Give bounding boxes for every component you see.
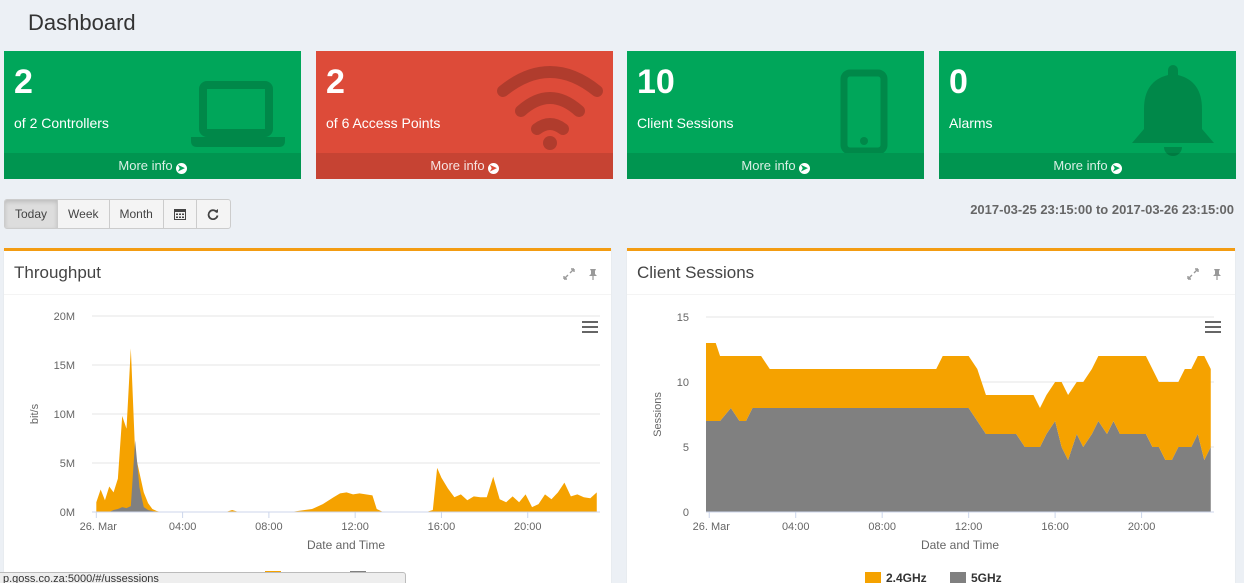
arrow-circle-right-icon: ➤ (1110, 163, 1122, 174)
week-button[interactable]: Week (58, 200, 110, 228)
x-tick-label: 16:00 (1041, 521, 1069, 533)
x-tick-label: 26. Mar (693, 521, 731, 533)
arrow-circle-right-icon: ➤ (487, 163, 499, 174)
y-tick-label: 10 (677, 377, 689, 389)
y-tick-label: 15 (677, 312, 689, 324)
wifi-icon (497, 66, 603, 150)
bell-icon (1132, 65, 1214, 156)
client-sessions-more-info-link[interactable]: More info ➤ (627, 153, 924, 179)
x-axis-title: Date and Time (307, 538, 385, 552)
chart-menu-icon[interactable] (1205, 321, 1221, 333)
calendar-button[interactable] (164, 200, 197, 228)
chart-menu-icon[interactable] (582, 321, 598, 333)
date-range-button-group: Today Week Month (4, 199, 231, 229)
y-axis-title: Sessions (652, 392, 664, 437)
mobile-icon (840, 69, 888, 153)
more-info-label: More info (430, 158, 485, 173)
legend-label: 2.4GHz (886, 571, 927, 583)
y-tick-label: 10M (54, 409, 75, 421)
refresh-button[interactable] (197, 200, 230, 228)
controllers-label: of 2 Controllers (14, 115, 109, 131)
client-sessions-tile: 10 Client Sessions More info ➤ (627, 51, 924, 179)
y-tick-label: 20M (54, 311, 75, 323)
legend-swatch (865, 572, 881, 583)
alarms-count: 0 (949, 63, 968, 101)
status-bar-url: p.goss.co.za:5000/#/ussessions (0, 572, 406, 583)
x-tick-label: 04:00 (169, 521, 197, 533)
more-info-label: More info (118, 158, 173, 173)
x-tick-label: 20:00 (1128, 521, 1156, 533)
client-sessions-panel: Client Sessions 0 5 10 15 26. Mar 04:00 08:00 1… (627, 248, 1235, 583)
throughput-panel: Throughput 0M 5M 10M 15M 20M 26. Mar 04:00 08:0… (4, 248, 611, 583)
access-points-label: of 6 Access Points (326, 115, 441, 131)
arrow-circle-right-icon: ➤ (175, 163, 187, 174)
laptop-icon (191, 81, 285, 147)
more-info-label: More info (1053, 158, 1108, 173)
y-tick-label: 0 (683, 507, 689, 519)
x-tick-label: 16:00 (428, 521, 456, 533)
access-points-tile: 2 of 6 Access Points More info ➤ (316, 51, 613, 179)
y-tick-label: 15M (54, 360, 75, 372)
y-axis-title: bit/s (29, 403, 41, 424)
y-tick-label: 5M (60, 458, 75, 470)
client-sessions-chart: 0 5 10 15 26. Mar 04:00 08:00 12:00 16:00 20:00 Da… (652, 312, 1214, 583)
x-tick-label: 04:00 (782, 521, 810, 533)
client-sessions-label: Client Sessions (637, 115, 734, 131)
page-title: Dashboard (28, 10, 136, 35)
x-tick-label: 12:00 (341, 521, 369, 533)
y-tick-label: 5 (683, 442, 689, 454)
alarms-tile: 0 Alarms More info ➤ (939, 51, 1236, 179)
today-button[interactable]: Today (5, 200, 59, 228)
client-sessions-count: 10 (637, 63, 675, 101)
legend-label: 5GHz (971, 571, 1002, 583)
access-points-count: 2 (326, 63, 345, 101)
throughput-chart: 0M 5M 10M 15M 20M 26. Mar 04:00 08:00 12:00 16:00… (29, 311, 600, 583)
legend-swatch (950, 572, 966, 583)
alarms-label: Alarms (949, 115, 993, 131)
x-tick-label: 08:00 (868, 521, 896, 533)
x-tick-label: 26. Mar (80, 521, 118, 533)
x-tick-label: 12:00 (955, 521, 983, 533)
x-axis-title: Date and Time (921, 538, 999, 552)
arrow-circle-right-icon: ➤ (798, 163, 810, 174)
access-points-more-info-link[interactable]: More info ➤ (316, 153, 613, 179)
x-tick-label: 08:00 (255, 521, 283, 533)
controllers-count: 2 (14, 63, 33, 101)
calendar-icon (173, 209, 186, 220)
series-area-rx (96, 348, 597, 512)
controllers-more-info-link[interactable]: More info ➤ (4, 153, 301, 179)
alarms-more-info-link[interactable]: More info ➤ (939, 153, 1236, 179)
more-info-label: More info (741, 158, 796, 173)
refresh-icon (208, 209, 219, 220)
month-button[interactable]: Month (110, 200, 164, 228)
y-tick-label: 0M (60, 507, 75, 519)
controllers-tile: 2 of 2 Controllers More info ➤ (4, 51, 301, 179)
x-tick-label: 20:00 (514, 521, 542, 533)
date-range-text: 2017-03-25 23:15:00 to 2017-03-26 23:15:… (970, 202, 1234, 217)
